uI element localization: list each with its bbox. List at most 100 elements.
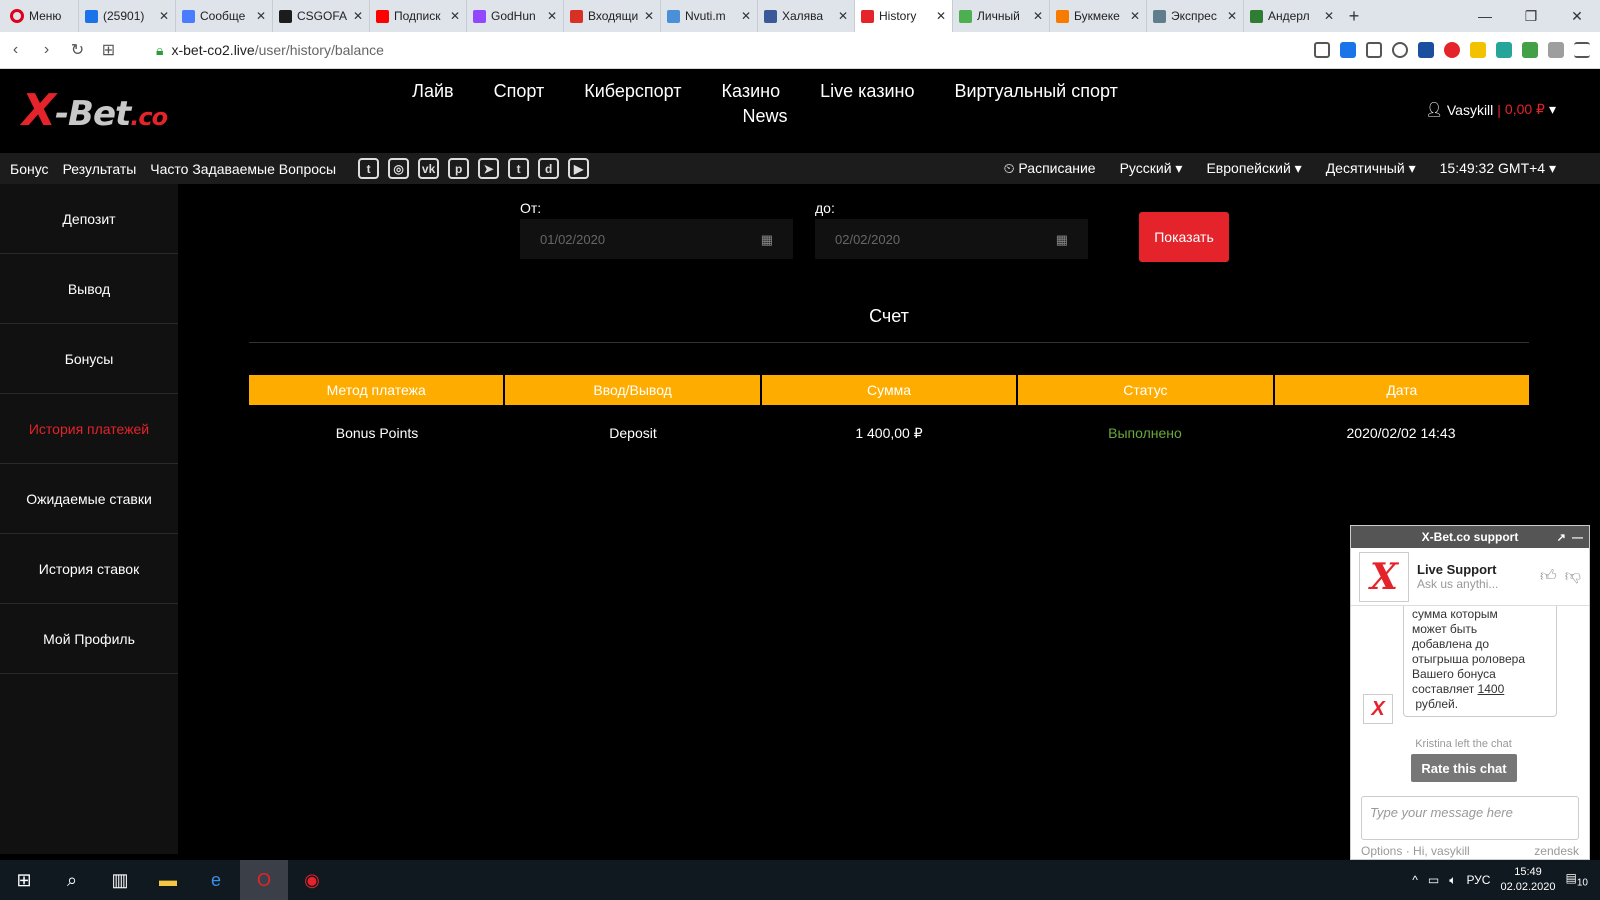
- language-select[interactable]: Русский ▾: [1120, 160, 1183, 177]
- sidebar-item-bonuses[interactable]: Бонусы: [0, 324, 178, 394]
- restore-icon[interactable]: ❐: [1508, 0, 1554, 32]
- nav-news[interactable]: News: [742, 106, 787, 127]
- chevron-up-icon[interactable]: ^: [1412, 873, 1418, 887]
- browser-tab[interactable]: Входящи ✕: [563, 0, 660, 32]
- close-tab-icon[interactable]: ✕: [353, 9, 363, 23]
- new-tab-button[interactable]: +: [1340, 6, 1368, 27]
- zendesk-brand[interactable]: zendesk: [1534, 844, 1579, 858]
- close-tab-icon[interactable]: ✕: [1033, 9, 1043, 23]
- to-date-input[interactable]: 02/02/2020 ▦: [815, 219, 1088, 259]
- close-tab-icon[interactable]: ✕: [159, 9, 169, 23]
- sidebar-item-deposit[interactable]: Депозит: [0, 184, 178, 254]
- sidebar-item-bet-history[interactable]: История ставок: [0, 534, 178, 604]
- thumbs-down-icon[interactable]: 👎︎: [1565, 567, 1581, 586]
- network-icon[interactable]: ▭: [1428, 873, 1439, 887]
- close-tab-icon[interactable]: ✕: [1130, 9, 1140, 23]
- twitter-icon[interactable]: t: [358, 158, 380, 179]
- browser-tab[interactable]: Экспрес ✕: [1146, 0, 1243, 32]
- vk-icon[interactable]: vk: [418, 158, 440, 179]
- from-date-input[interactable]: 01/02/2020 ▦: [520, 219, 793, 259]
- camera-icon[interactable]: [1314, 42, 1330, 58]
- odds-region-select[interactable]: Европейский ▾: [1206, 160, 1301, 177]
- speed-dial-icon[interactable]: ⊞: [93, 40, 124, 60]
- calendar-icon[interactable]: ▦: [1056, 232, 1068, 247]
- close-tab-icon[interactable]: ✕: [838, 9, 848, 23]
- windows-start-icon[interactable]: ⊞: [0, 860, 48, 900]
- send-icon[interactable]: [1366, 42, 1382, 58]
- close-tab-icon[interactable]: ✕: [1227, 9, 1237, 23]
- volume-icon[interactable]: 🔈︎: [1449, 873, 1456, 888]
- close-tab-icon[interactable]: ✕: [1324, 9, 1334, 23]
- browser-tab[interactable]: (25901) ✕: [78, 0, 175, 32]
- schedule-link[interactable]: ⏲︎ Расписание: [1004, 160, 1096, 177]
- close-tab-icon[interactable]: ✕: [644, 9, 654, 23]
- file-explorer-icon[interactable]: ▬: [144, 860, 192, 900]
- minimize-chat-icon[interactable]: —: [1572, 532, 1583, 544]
- popout-icon[interactable]: ↗: [1557, 532, 1566, 544]
- clock[interactable]: 15:49 02.02.2020: [1500, 865, 1555, 895]
- browser-tab[interactable]: Личный ✕: [952, 0, 1049, 32]
- nav-virtual-sport[interactable]: Виртуальный спорт: [954, 81, 1117, 102]
- sidebar-item-withdraw[interactable]: Вывод: [0, 254, 178, 324]
- cart-icon[interactable]: [1418, 42, 1434, 58]
- reload-icon[interactable]: ↻: [62, 40, 93, 60]
- browser-menu-button[interactable]: Меню: [0, 0, 78, 32]
- easy-setup-icon[interactable]: [1574, 42, 1590, 58]
- link-faq[interactable]: Часто Задаваемые Вопросы: [150, 161, 336, 177]
- close-tab-icon[interactable]: ✕: [936, 9, 946, 23]
- nav-live-casino[interactable]: Live казино: [820, 81, 914, 102]
- search-icon[interactable]: ⌕: [48, 860, 96, 900]
- rate-chat-button[interactable]: Rate this chat: [1411, 754, 1517, 782]
- url-field[interactable]: 🔒︎ x-bet-co2.live/user/history/balance: [156, 42, 1176, 59]
- telegram-icon[interactable]: ➤: [478, 158, 500, 179]
- sidebar-item-profile[interactable]: Мой Профиль: [0, 604, 178, 674]
- minimize-icon[interactable]: —: [1462, 0, 1508, 32]
- calendar-icon[interactable]: ▦: [761, 232, 773, 247]
- notifications-icon[interactable]: ▤10: [1566, 871, 1588, 888]
- close-tab-icon[interactable]: ✕: [741, 9, 751, 23]
- site-logo[interactable]: X-Bet.co: [22, 85, 168, 136]
- browser-tab[interactable]: Подписк ✕: [369, 0, 466, 32]
- thumbs-up-icon[interactable]: 👍︎: [1540, 567, 1557, 586]
- extension-icon[interactable]: [1496, 42, 1512, 58]
- adblock-icon[interactable]: [1444, 42, 1460, 58]
- browser-tab[interactable]: Nvuti.m ✕: [660, 0, 757, 32]
- odds-format-select[interactable]: Десятичный ▾: [1326, 160, 1416, 177]
- instagram-icon[interactable]: ◎: [388, 158, 410, 179]
- browser-tab[interactable]: Андерл ✕: [1243, 0, 1340, 32]
- chat-options[interactable]: Options: [1361, 844, 1402, 858]
- sidebar-item-payment-history[interactable]: История платежей: [0, 394, 178, 464]
- pinterest-icon[interactable]: p: [448, 158, 470, 179]
- close-tab-icon[interactable]: ✕: [547, 9, 557, 23]
- link-bonus[interactable]: Бонус: [10, 161, 49, 177]
- shield-icon[interactable]: [1340, 42, 1356, 58]
- discord-icon[interactable]: d: [538, 158, 560, 179]
- extension-icon[interactable]: [1470, 42, 1486, 58]
- browser-tab[interactable]: GodHun ✕: [466, 0, 563, 32]
- youtube-icon[interactable]: ▶: [568, 158, 590, 179]
- browser-tab[interactable]: History ✕: [854, 0, 952, 32]
- close-tab-icon[interactable]: ✕: [450, 9, 460, 23]
- task-view-icon[interactable]: ▥: [96, 860, 144, 900]
- extension-icon[interactable]: [1548, 42, 1564, 58]
- browser-tab[interactable]: CSGOFA ✕: [272, 0, 369, 32]
- tumblr-icon[interactable]: t: [508, 158, 530, 179]
- user-menu[interactable]: 👤︎ Vasykill | 0,00 ₽ ▾: [1425, 101, 1556, 118]
- nav-live[interactable]: Лайв: [412, 81, 453, 102]
- browser-tab[interactable]: Сообще ✕: [175, 0, 272, 32]
- app-icon[interactable]: ◉: [288, 860, 336, 900]
- download-icon[interactable]: [1522, 42, 1538, 58]
- nav-sport[interactable]: Спорт: [494, 81, 545, 102]
- show-button[interactable]: Показать: [1139, 212, 1229, 262]
- nav-casino[interactable]: Казино: [722, 81, 781, 102]
- browser-tab[interactable]: Халява ✕: [757, 0, 854, 32]
- input-language[interactable]: РУС: [1466, 873, 1490, 887]
- edge-icon[interactable]: e: [192, 860, 240, 900]
- link-results[interactable]: Результаты: [63, 161, 137, 177]
- close-window-icon[interactable]: ✕: [1554, 0, 1600, 32]
- sidebar-item-pending-bets[interactable]: Ожидаемые ставки: [0, 464, 178, 534]
- back-icon[interactable]: ‹: [0, 41, 31, 59]
- browser-tab[interactable]: Букмеке ✕: [1049, 0, 1146, 32]
- forward-icon[interactable]: ›: [31, 41, 62, 59]
- chat-message-input[interactable]: Type your message here: [1361, 796, 1579, 840]
